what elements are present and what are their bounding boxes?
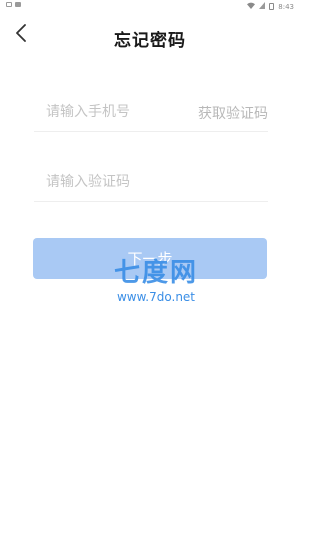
verification-code-input[interactable] (46, 167, 176, 197)
phone-row: 获取验证码 (34, 95, 268, 132)
phone-input[interactable] (46, 97, 176, 127)
notification-icon (6, 2, 12, 7)
get-code-button[interactable]: 获取验证码 (198, 103, 268, 123)
watermark-url: www.7do.net (116, 290, 196, 304)
status-indicators: 8:43 (247, 2, 294, 11)
page-title: 忘记密码 (114, 31, 186, 51)
status-notifications (6, 2, 21, 7)
status-bar: 8:43 (0, 0, 300, 12)
status-time: 8:43 (278, 2, 294, 11)
signal-icon (259, 2, 266, 11)
battery-icon (269, 3, 275, 10)
wifi-icon (247, 2, 256, 11)
top-bar: 忘记密码 (0, 12, 300, 62)
code-row (34, 165, 268, 202)
notification-icon (15, 2, 21, 7)
next-button[interactable]: 下一步 (33, 238, 267, 279)
